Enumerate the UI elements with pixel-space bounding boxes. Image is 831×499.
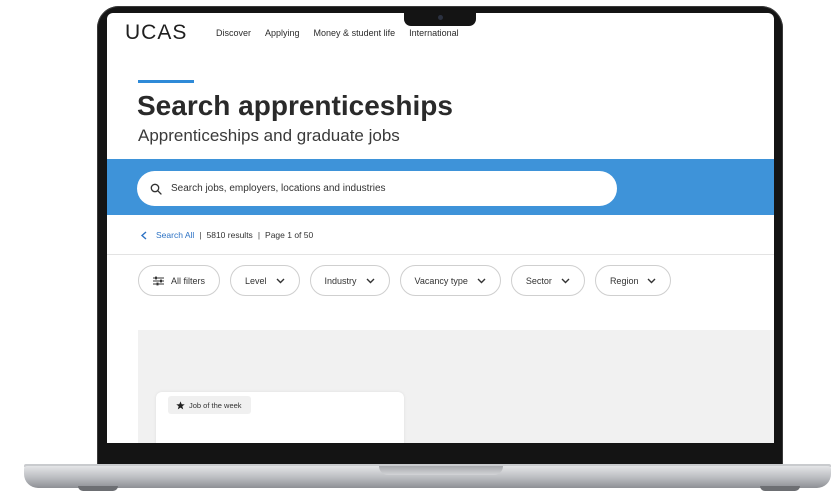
chevron-down-icon [647, 278, 656, 283]
job-of-the-week-badge: Job of the week [168, 396, 251, 414]
filter-industry[interactable]: Industry [309, 265, 390, 296]
nav-link-applying[interactable]: Applying [265, 28, 300, 38]
filter-sector-label: Sector [525, 275, 552, 286]
separator: | [257, 230, 261, 240]
badge-label: Job of the week [189, 400, 242, 410]
ucas-logo[interactable]: UCAS [125, 21, 187, 45]
filter-level[interactable]: Level [230, 265, 300, 296]
chevron-down-icon [477, 278, 486, 283]
search-band: Search jobs, employers, locations and in… [107, 159, 774, 215]
search-input[interactable]: Search jobs, employers, locations and in… [137, 171, 617, 206]
filter-sector[interactable]: Sector [510, 265, 585, 296]
filter-bar: All filters Level Industry Vacancy type … [138, 265, 672, 296]
filter-vacancy-type-label: Vacancy type [414, 275, 468, 286]
laptop-foot-left [78, 486, 118, 491]
filter-vacancy-type[interactable]: Vacancy type [399, 265, 501, 296]
filter-industry-label: Industry [324, 275, 357, 286]
chevron-left-icon[interactable] [140, 230, 148, 240]
separator: | [199, 230, 202, 240]
nav-links: Discover Applying Money & student life I… [216, 28, 459, 38]
filter-region-label: Region [609, 275, 639, 286]
featured-job-card[interactable]: Job of the week [156, 392, 404, 443]
page-title: Search apprenticeships [137, 90, 453, 121]
filter-region[interactable]: Region [594, 265, 672, 296]
all-filters-label: All filters [171, 275, 206, 286]
results-count: 5810 results [206, 230, 253, 240]
sliders-icon [153, 276, 164, 285]
search-all-link[interactable]: Search All [156, 230, 194, 240]
nav-link-international[interactable]: International [409, 28, 459, 38]
laptop-screen: UCAS Discover Applying Money & student l… [107, 13, 774, 443]
camera-lens-icon [438, 15, 443, 20]
page-indicator: Page 1 of 50 [265, 230, 314, 240]
divider [107, 254, 774, 255]
search-icon [150, 183, 162, 195]
chevron-down-icon [561, 278, 570, 283]
star-icon [176, 400, 185, 409]
results-breadcrumb: Search All | 5810 results | Page 1 of 50 [140, 230, 313, 240]
chevron-down-icon [276, 278, 285, 283]
title-accent-line [138, 80, 194, 83]
filter-level-label: Level [245, 275, 267, 286]
nav-link-money-student-life[interactable]: Money & student life [314, 28, 396, 38]
search-placeholder: Search jobs, employers, locations and in… [171, 183, 386, 194]
laptop-opening-notch [379, 466, 503, 475]
chevron-down-icon [366, 278, 375, 283]
all-filters-button[interactable]: All filters [138, 265, 221, 296]
page-subtitle: Apprenticeships and graduate jobs [138, 126, 400, 145]
laptop-foot-right [760, 486, 800, 491]
nav-link-discover[interactable]: Discover [216, 28, 251, 38]
